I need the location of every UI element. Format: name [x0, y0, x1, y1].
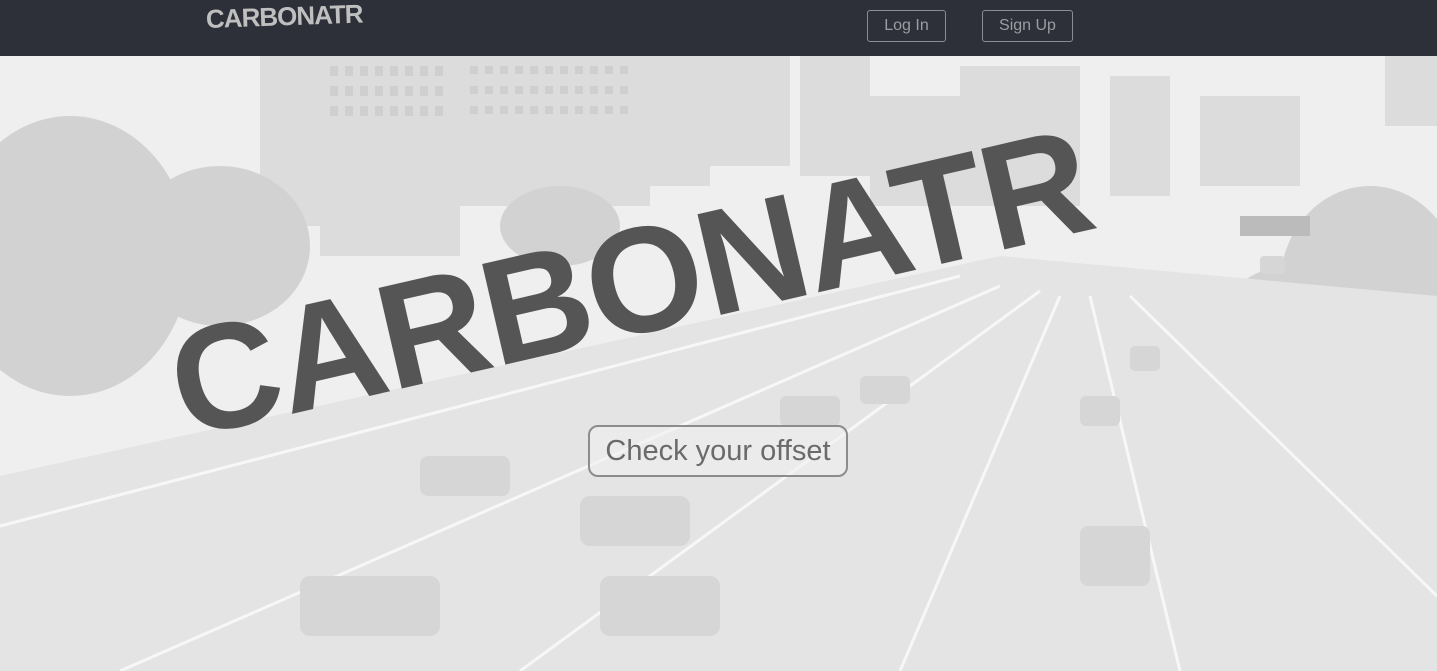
- login-button[interactable]: Log In: [867, 10, 946, 42]
- signup-button[interactable]: Sign Up: [982, 10, 1073, 42]
- check-offset-button[interactable]: Check your offset: [588, 425, 848, 477]
- top-navbar: CARBONATR Log In Sign Up: [0, 0, 1437, 56]
- brand-logo[interactable]: CARBONATR: [205, 0, 363, 35]
- hero-section: CARBONATR Check your offset: [0, 56, 1437, 671]
